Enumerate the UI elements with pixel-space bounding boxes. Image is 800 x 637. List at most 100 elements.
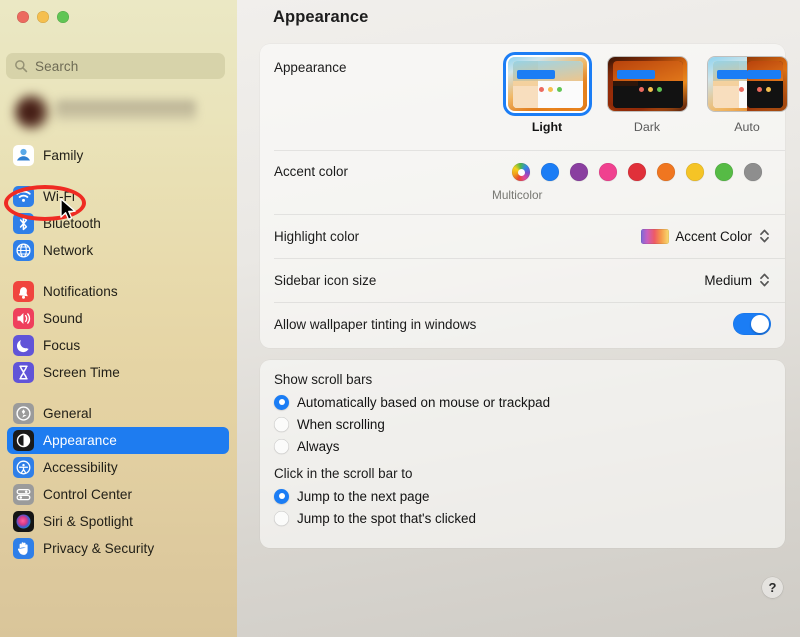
sidebar-item-label: General xyxy=(43,406,92,421)
sidebar-icon-size-dropdown[interactable]: Medium xyxy=(704,270,771,290)
system-settings-window: Search Family Wi-Fi Bluetooth Network No… xyxy=(0,0,800,637)
appearance-option-dark[interactable]: Dark xyxy=(606,57,688,134)
search-icon xyxy=(15,60,28,73)
search-input[interactable]: Search xyxy=(6,53,225,79)
click-option-next-page[interactable]: Jump to the next page xyxy=(274,485,476,507)
sidebar-item-family[interactable]: Family xyxy=(7,142,229,169)
highlight-row-label: Highlight color xyxy=(274,228,360,244)
radio-label: Automatically based on mouse or trackpad xyxy=(297,394,551,410)
radio-button[interactable] xyxy=(274,416,289,432)
notifications-icon xyxy=(13,281,34,302)
accessibility-icon xyxy=(13,457,34,478)
avatar xyxy=(14,94,50,130)
wifi-icon xyxy=(13,186,34,207)
sidebar-item-notifications[interactable]: Notifications xyxy=(7,278,229,305)
appearance-mode-options: Light Dark Auto xyxy=(506,57,788,134)
nav-separator xyxy=(0,386,237,400)
wallpaper-tinting-label: Allow wallpaper tinting in windows xyxy=(274,316,477,332)
sidebar-item-label: Privacy & Security xyxy=(43,541,155,556)
sidebar-size-row-label: Sidebar icon size xyxy=(274,272,377,288)
control-center-icon xyxy=(13,484,34,505)
wallpaper-tinting-toggle[interactable] xyxy=(733,313,771,335)
bluetooth-icon xyxy=(13,213,34,234)
sound-icon xyxy=(13,308,34,329)
sidebar-item-privacy-security[interactable]: Privacy & Security xyxy=(7,535,229,562)
account-row[interactable] xyxy=(6,92,206,134)
accent-swatch-blue[interactable] xyxy=(541,163,559,181)
radio-label: Always xyxy=(297,438,340,454)
highlight-color-dropdown[interactable]: Accent Color xyxy=(641,226,771,246)
sidebar-nav: Family Wi-Fi Bluetooth Network Notificat… xyxy=(0,142,237,562)
accent-swatch-multicolor[interactable] xyxy=(512,163,530,181)
accent-color-row: Accent color Multicolor xyxy=(260,150,785,210)
sidebar-item-label: Network xyxy=(43,243,94,258)
scroll-option-when-scrolling[interactable]: When scrolling xyxy=(274,413,550,435)
accent-swatch-graphite[interactable] xyxy=(744,163,762,181)
privacy-icon xyxy=(13,538,34,559)
accent-swatch-red[interactable] xyxy=(628,163,646,181)
light-preview-thumbnail xyxy=(507,57,587,111)
accent-swatch-yellow[interactable] xyxy=(686,163,704,181)
scroll-option-always[interactable]: Always xyxy=(274,435,550,457)
nav-separator xyxy=(0,264,237,278)
sidebar-item-sound[interactable]: Sound xyxy=(7,305,229,332)
show-scroll-bars-title: Show scroll bars xyxy=(274,372,373,387)
scroll-click-title: Click in the scroll bar to xyxy=(274,466,413,481)
sidebar-item-bluetooth[interactable]: Bluetooth xyxy=(7,210,229,237)
accent-swatch-orange[interactable] xyxy=(657,163,675,181)
chevron-updown-icon xyxy=(760,229,769,243)
sidebar-item-siri-spotlight[interactable]: Siri & Spotlight xyxy=(7,508,229,535)
sidebar-item-focus[interactable]: Focus xyxy=(7,332,229,359)
siri-icon xyxy=(13,511,34,532)
scroll-option-automatic[interactable]: Automatically based on mouse or trackpad xyxy=(274,391,550,413)
appearance-option-auto[interactable]: Auto xyxy=(706,57,788,134)
scroll-bar-click-group: Click in the scroll bar to Jump to the n… xyxy=(274,466,476,529)
click-option-spot-clicked[interactable]: Jump to the spot that's clicked xyxy=(274,507,476,529)
sidebar-item-general[interactable]: General xyxy=(7,400,229,427)
sidebar: Search Family Wi-Fi Bluetooth Network No… xyxy=(0,0,237,637)
sidebar-item-label: Focus xyxy=(43,338,81,353)
sidebar-icon-size-row: Sidebar icon size Medium xyxy=(260,258,785,302)
radio-button[interactable] xyxy=(274,510,289,526)
radio-button[interactable] xyxy=(274,438,289,454)
accent-swatch-purple[interactable] xyxy=(570,163,588,181)
sidebar-item-network[interactable]: Network xyxy=(7,237,229,264)
appearance-option-light[interactable]: Light xyxy=(506,57,588,134)
sidebar-item-wifi[interactable]: Wi-Fi xyxy=(7,183,229,210)
accent-row-label: Accent color xyxy=(274,164,348,179)
zoom-button[interactable] xyxy=(57,11,69,23)
highlight-color-row: Highlight color Accent Color xyxy=(260,214,785,258)
highlight-gradient-swatch xyxy=(641,228,670,244)
appearance-settings-card: Appearance Light Dark Auto Accent color … xyxy=(260,44,788,348)
sidebar-icon-size-value: Medium xyxy=(704,272,752,288)
appearance-row-label: Appearance xyxy=(274,60,347,75)
appearance-mode-row: Appearance Light Dark Auto xyxy=(260,44,788,150)
toggle-knob xyxy=(751,315,769,333)
sidebar-item-label: Family xyxy=(43,148,84,163)
sidebar-item-accessibility[interactable]: Accessibility xyxy=(7,454,229,481)
sidebar-item-control-center[interactable]: Control Center xyxy=(7,481,229,508)
general-icon xyxy=(13,403,34,424)
radio-button[interactable] xyxy=(274,394,289,410)
sidebar-item-label: Appearance xyxy=(43,433,117,448)
dark-preview-thumbnail xyxy=(607,57,687,111)
sidebar-item-label: Control Center xyxy=(43,487,133,502)
close-button[interactable] xyxy=(17,11,29,23)
main-content: Appearance Appearance Light Dark Auto Ac… xyxy=(237,0,800,637)
minimize-button[interactable] xyxy=(37,11,49,23)
radio-label: Jump to the next page xyxy=(297,488,430,504)
appearance-option-label: Dark xyxy=(633,120,661,134)
network-icon xyxy=(13,240,34,261)
radio-button[interactable] xyxy=(274,488,289,504)
sidebar-item-screen-time[interactable]: Screen Time xyxy=(7,359,229,386)
window-traffic-lights xyxy=(17,11,69,23)
accent-color-swatches xyxy=(512,163,762,181)
appearance-icon xyxy=(13,430,34,451)
help-button[interactable]: ? xyxy=(762,577,783,598)
sidebar-item-label: Screen Time xyxy=(43,365,120,380)
highlight-color-value: Accent Color xyxy=(675,228,752,244)
accent-swatch-green[interactable] xyxy=(715,163,733,181)
show-scroll-bars-group: Show scroll bars Automatically based on … xyxy=(274,372,550,457)
accent-swatch-pink[interactable] xyxy=(599,163,617,181)
sidebar-item-appearance[interactable]: Appearance xyxy=(7,427,229,454)
